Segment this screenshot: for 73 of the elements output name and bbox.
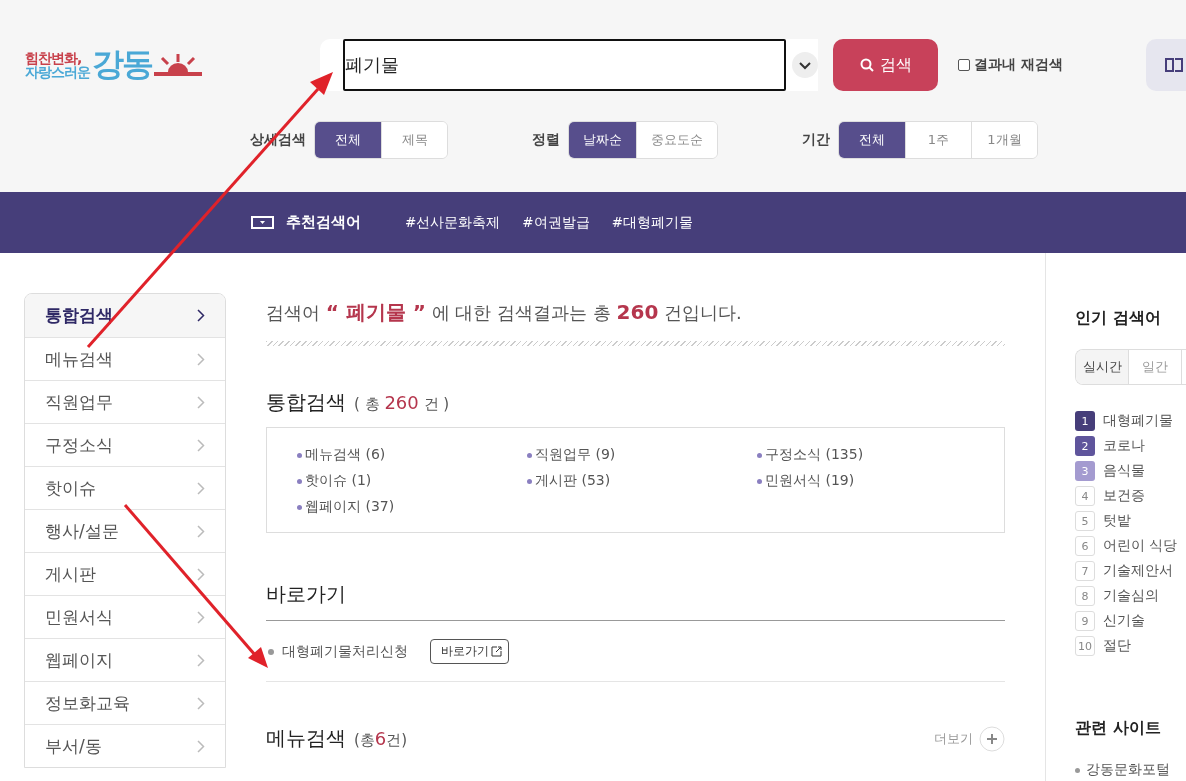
chevron-right-icon [197, 395, 205, 409]
section-title: 통합검색 [266, 389, 346, 416]
keyword-link[interactable]: #여권발급 [522, 213, 590, 232]
chevron-right-icon [197, 524, 205, 538]
search-field[interactable]: 폐기물 [343, 39, 786, 91]
shortcut-button[interactable]: 바로가기 [430, 639, 509, 664]
result-count: ( 총 260 건 ) [354, 392, 450, 414]
rank-number: 8 [1075, 586, 1095, 606]
category-link[interactable]: 핫이슈 (1) [297, 472, 527, 490]
keyword-link[interactable]: 보건증 [1103, 487, 1145, 505]
plus-icon [979, 725, 1005, 752]
rank-number: 1 [1075, 411, 1095, 431]
filter-option[interactable]: 날짜순 [569, 122, 636, 158]
bullet-icon [268, 648, 274, 655]
keyword-link[interactable]: #선사문화축제 [405, 213, 501, 232]
keyword-link[interactable]: 기술심의 [1103, 587, 1159, 605]
chevron-right-icon [197, 352, 205, 366]
keyword-link[interactable]: 절단 [1103, 637, 1131, 655]
keyword-link[interactable]: 텃밭 [1103, 512, 1131, 530]
search-button[interactable]: 검색 [833, 39, 938, 91]
category-link[interactable]: 민원서식 (19) [757, 472, 957, 490]
category-link[interactable]: 웹페이지 (37) [297, 498, 527, 516]
rank-number: 10 [1075, 636, 1095, 656]
rank-number: 7 [1075, 561, 1095, 581]
keyword-link[interactable]: 신기술 [1103, 612, 1145, 630]
section-title: 메뉴검색 [266, 725, 346, 752]
rank-number: 6 [1075, 536, 1095, 556]
rank-number: 4 [1075, 486, 1095, 506]
site-link[interactable]: 강동문화포털 [1086, 761, 1170, 779]
checkbox[interactable] [958, 59, 970, 71]
chevron-right-icon [197, 653, 205, 667]
shortcut-label: 대형폐기물처리신청 [282, 642, 408, 661]
book-icon [1164, 56, 1184, 74]
chevron-right-icon [197, 567, 205, 581]
keyword-link[interactable]: 대형폐기물 [1103, 412, 1173, 430]
external-link-icon [491, 646, 502, 657]
keyword-link[interactable]: 기술제안서 [1103, 562, 1173, 580]
rank-number: 9 [1075, 611, 1095, 631]
section-title: 바로가기 [266, 581, 346, 608]
filter-option[interactable]: 전체 [315, 122, 381, 158]
chevron-right-icon [197, 438, 205, 452]
chevron-right-icon [197, 481, 205, 495]
chevron-down-icon[interactable] [792, 52, 818, 78]
filter-option[interactable]: 중요도순 [636, 122, 717, 158]
sidebar-item[interactable]: 통합검색 [25, 294, 225, 337]
checkbox-label: 결과내 재검색 [974, 56, 1063, 74]
search-icon [859, 58, 874, 72]
rank-number: 5 [1075, 511, 1095, 531]
tab[interactable]: 실시간 [1076, 350, 1129, 384]
chevron-right-icon [197, 739, 205, 753]
category-link[interactable]: 구정소식 (135) [757, 446, 957, 464]
keyboard-icon [251, 216, 274, 229]
recommend-title: 추천검색어 [286, 213, 361, 232]
category-link[interactable]: 직원업무 (9) [527, 446, 757, 464]
filter-label: 정렬 [532, 131, 560, 149]
keyword-link[interactable]: 음식물 [1103, 462, 1145, 480]
chevron-right-icon [197, 610, 205, 624]
chevron-right-icon [197, 309, 205, 322]
panel-title: 인기 검색어 [1075, 308, 1162, 329]
panel-title: 관련 사이트 [1075, 718, 1162, 739]
chevron-right-icon [197, 696, 205, 710]
filter-option[interactable]: 제목 [381, 122, 447, 158]
filter-label: 기간 [802, 131, 830, 149]
rank-number: 2 [1075, 436, 1095, 456]
keyword-link[interactable]: 어린이 식당 [1103, 537, 1178, 555]
rank-number: 3 [1075, 461, 1095, 481]
keyword-link[interactable]: 코로나 [1103, 437, 1145, 455]
keyword-link[interactable]: #대형폐기물 [611, 213, 693, 232]
result-count: (총6건) [354, 728, 408, 750]
filter-option[interactable]: 전체 [839, 122, 905, 158]
category-link[interactable]: 게시판 (53) [527, 472, 757, 490]
category-link[interactable]: 메뉴검색 (6) [297, 446, 527, 464]
filter-option[interactable]: 1개월 [971, 122, 1037, 158]
